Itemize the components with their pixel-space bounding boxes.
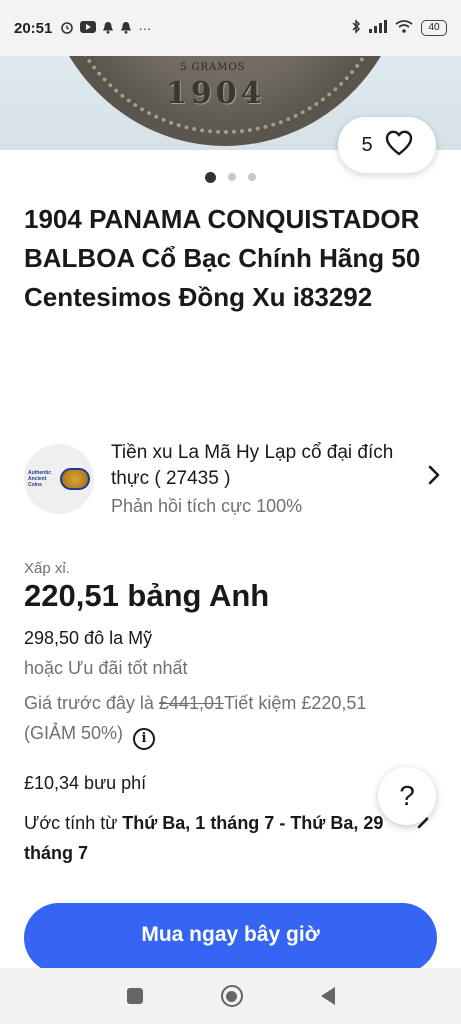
gallery-dot-active[interactable] — [205, 171, 216, 183]
price-approx-label: Xấp xỉ. — [24, 560, 70, 577]
discount-text: (GIẢM 50%) — [24, 723, 124, 743]
seller-name: Tiền xu La Mã Hy Lạp cổ đại đích thực ( … — [111, 442, 394, 489]
info-icon[interactable]: i — [133, 728, 156, 750]
seller-logo-line: Coins — [28, 481, 42, 488]
coin-year: 1904 — [166, 76, 266, 111]
home-icon[interactable] — [220, 985, 243, 1007]
status-right: 40 — [351, 19, 447, 37]
savings-text: Tiết kiệm £220,51 — [223, 693, 367, 713]
shipping-cost: £10,34 bưu phí — [24, 773, 147, 793]
seller-logo-coin-icon — [60, 467, 90, 490]
status-time: 20:51 — [14, 19, 53, 37]
signal-icon — [369, 20, 387, 36]
delivery-estimate-prefix: Ước tính từ — [24, 813, 123, 833]
seller-info: Tiền xu La Mã Hy Lạp cổ đại đích thực ( … — [111, 440, 420, 517]
home-icon-inner — [226, 990, 237, 1002]
gallery-pagination — [0, 171, 461, 183]
bluetooth-icon — [351, 19, 361, 37]
coin-inscription: 5 GRAMOS — [180, 62, 246, 73]
chevron-right-icon — [424, 464, 444, 493]
status-left: 20:51 ··· — [14, 20, 151, 37]
buy-now-button[interactable]: Mua ngay bây giờ — [24, 903, 437, 973]
listing-title: 1904 PANAMA CONQUISTADOR BALBOA Cổ Bạc C… — [24, 204, 421, 312]
delivery-estimate[interactable]: Ước tính từ Thứ Ba, 1 tháng 7 - Thứ Ba, … — [24, 808, 419, 868]
seller-logo-text: Authentic Ancient Coins — [28, 470, 51, 488]
gallery-dot[interactable] — [248, 173, 256, 181]
was-price-line: Giá trước đây là £441,01Tiết kiệm £220,5… — [24, 688, 444, 750]
recents-icon[interactable] — [126, 988, 143, 1004]
gallery-dot[interactable] — [228, 173, 236, 181]
seller-card[interactable]: Authentic Ancient Coins Tiền xu La Mã Hy… — [24, 440, 444, 517]
price-main: 220,51 bảng Anh — [24, 578, 270, 613]
status-bar: 20:51 ··· 40 — [0, 0, 461, 56]
help-button[interactable]: ? — [378, 767, 436, 825]
battery-icon: 40 — [421, 20, 447, 36]
heart-icon — [385, 130, 413, 161]
system-nav-bar — [0, 968, 461, 1024]
seller-logo-line: Authentic — [28, 469, 52, 476]
best-offer-text: hoặc Ưu đãi tốt nhất — [24, 658, 188, 678]
youtube-icon — [80, 21, 97, 35]
more-dots-icon: ··· — [138, 20, 152, 36]
notification-bell-icon — [120, 21, 132, 36]
seller-logo: Authentic Ancient Coins — [28, 467, 90, 491]
price-usd: 298,50 đô la Mỹ — [24, 628, 153, 648]
alarm-icon — [60, 20, 74, 36]
watch-count: 5 — [361, 133, 373, 156]
seller-avatar: Authentic Ancient Coins — [24, 443, 94, 514]
watch-button[interactable]: 5 — [338, 117, 436, 173]
was-price: £441,01 — [158, 693, 224, 713]
was-price-prefix: Giá trước đây là — [24, 693, 159, 713]
seller-feedback: Phản hồi tích cực 100% — [111, 496, 303, 516]
back-icon[interactable] — [320, 987, 335, 1005]
notification-bell-icon — [102, 21, 114, 36]
wifi-icon — [395, 20, 413, 36]
